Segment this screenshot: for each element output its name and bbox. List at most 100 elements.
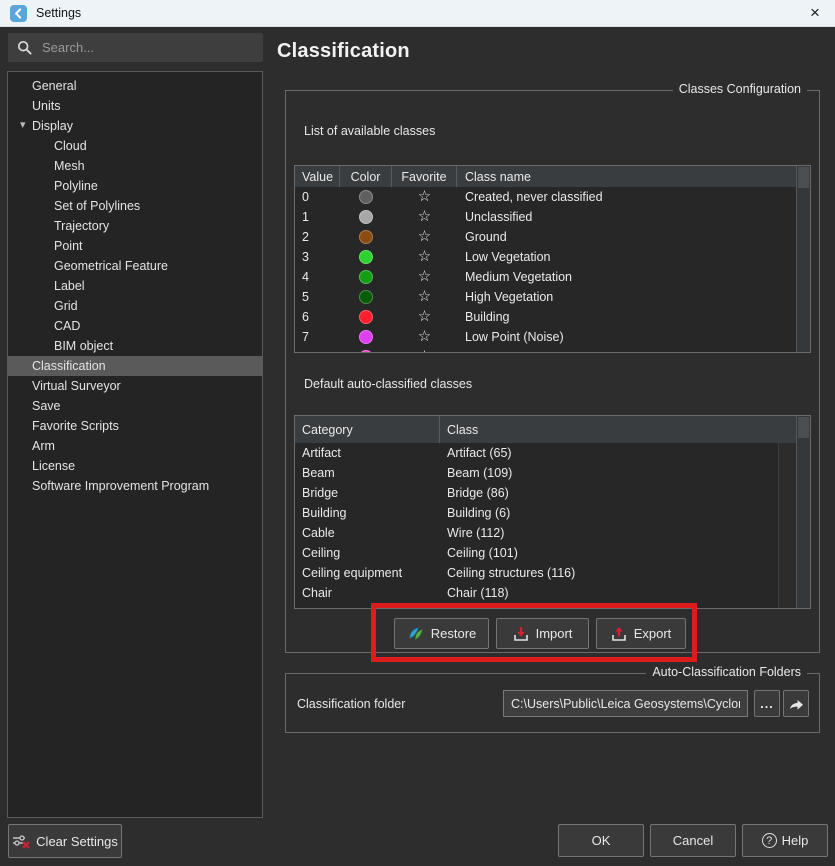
scrollbar-thumb[interactable] [798, 417, 809, 438]
col-header-category[interactable]: Category [295, 416, 440, 443]
ok-button[interactable]: OK [558, 824, 644, 857]
sidebar-item[interactable]: ▾ Display [8, 116, 262, 136]
class-row[interactable]: ☆ [295, 347, 796, 353]
sidebar-item[interactable]: Mesh [8, 156, 262, 176]
class-color-dot[interactable] [359, 230, 373, 244]
sidebar-item[interactable]: License [8, 456, 262, 476]
sidebar-item[interactable]: Label [8, 276, 262, 296]
class-color-dot[interactable] [359, 330, 373, 344]
clear-settings-icon [12, 833, 31, 850]
table-header-row: Category Class [295, 416, 796, 443]
class-cell: Building (6) [440, 506, 796, 520]
col-header-classname[interactable]: Class name [457, 166, 796, 187]
class-row[interactable]: 7 ☆ Low Point (Noise) [295, 327, 796, 347]
open-folder-arrow-icon [788, 697, 804, 711]
sidebar-item[interactable]: Geometrical Feature [8, 256, 262, 276]
class-row[interactable]: 3 ☆ Low Vegetation [295, 247, 796, 267]
favorite-star-icon[interactable]: ☆ [418, 270, 431, 284]
clear-settings-button[interactable]: Clear Settings [8, 824, 122, 858]
col-header-color[interactable]: Color [340, 166, 392, 187]
class-color-dot[interactable] [359, 190, 373, 204]
sidebar-item-label: Set of Polylines [8, 196, 140, 216]
class-value: 7 [295, 330, 340, 344]
sidebar-item[interactable]: General [8, 76, 262, 96]
sidebar-item[interactable]: Classification [8, 356, 262, 376]
sidebar-item[interactable]: Virtual Surveyor [8, 376, 262, 396]
import-button[interactable]: Import [496, 618, 589, 649]
search-input[interactable] [42, 40, 242, 55]
class-row[interactable]: 1 ☆ Unclassified [295, 207, 796, 227]
class-color-dot[interactable] [359, 350, 373, 353]
favorite-star-icon[interactable]: ☆ [418, 250, 431, 264]
help-button[interactable]: ? Help [742, 824, 828, 857]
sidebar-item[interactable]: Grid [8, 296, 262, 316]
sidebar-item[interactable]: Arm [8, 436, 262, 456]
classification-folder-input[interactable] [503, 690, 748, 717]
class-row[interactable]: 5 ☆ High Vegetation [295, 287, 796, 307]
sidebar-item[interactable]: Set of Polylines [8, 196, 262, 216]
sidebar-item[interactable]: Save [8, 396, 262, 416]
favorite-star-icon[interactable]: ☆ [418, 330, 431, 344]
category-cell: Beam [295, 466, 440, 480]
sidebar-item[interactable]: Point [8, 236, 262, 256]
chevron-down-icon[interactable]: ▾ [20, 115, 26, 135]
auto-class-row[interactable]: Chair Chair (118) [295, 583, 796, 603]
col-header-class[interactable]: Class [440, 416, 796, 443]
open-folder-button[interactable] [783, 690, 809, 717]
class-row[interactable]: 6 ☆ Building [295, 307, 796, 327]
sidebar-item[interactable]: Units [8, 96, 262, 116]
browse-button[interactable]: ... [754, 690, 780, 717]
class-row[interactable]: 2 ☆ Ground [295, 227, 796, 247]
sidebar-item[interactable]: Polyline [8, 176, 262, 196]
auto-class-row[interactable]: Artifact Artifact (65) [295, 443, 796, 463]
scrollbar-thumb[interactable] [798, 167, 809, 188]
favorite-star-icon[interactable]: ☆ [418, 290, 431, 304]
export-label: Export [634, 626, 672, 641]
favorite-star-icon[interactable]: ☆ [418, 210, 431, 224]
sidebar-item[interactable]: Favorite Scripts [8, 416, 262, 436]
class-value: 0 [295, 190, 340, 204]
favorite-star-icon[interactable]: ☆ [418, 230, 431, 244]
table-header-row: Value Color Favorite Class name [295, 166, 796, 187]
sidebar-item[interactable]: Software Improvement Program [8, 476, 262, 496]
close-icon[interactable]: × [804, 2, 826, 24]
class-row[interactable]: 4 ☆ Medium Vegetation [295, 267, 796, 287]
sidebar-item[interactable]: Cloud [8, 136, 262, 156]
classification-folder-label: Classification folder [297, 697, 405, 711]
favorite-star-icon[interactable]: ☆ [418, 310, 431, 324]
vertical-scrollbar[interactable] [796, 166, 810, 352]
class-name: Building [457, 310, 796, 324]
class-color-dot[interactable] [359, 210, 373, 224]
auto-class-row[interactable]: Cable Wire (112) [295, 523, 796, 543]
export-button[interactable]: Export [596, 618, 686, 649]
class-color-dot[interactable] [359, 250, 373, 264]
group-legend: Classes Configuration [673, 82, 807, 96]
sidebar-item[interactable]: Trajectory [8, 216, 262, 236]
sidebar-item[interactable]: CAD [8, 316, 262, 336]
search-box[interactable] [8, 33, 263, 62]
class-row[interactable]: 0 ☆ Created, never classified [295, 187, 796, 207]
cancel-button[interactable]: Cancel [650, 824, 736, 857]
class-color-dot[interactable] [359, 290, 373, 304]
sidebar-item-label: License [8, 456, 75, 476]
auto-class-row[interactable]: Beam Beam (109) [295, 463, 796, 483]
class-color-dot[interactable] [359, 270, 373, 284]
auto-class-row[interactable]: Building Building (6) [295, 503, 796, 523]
class-color-dot[interactable] [359, 310, 373, 324]
favorite-star-icon[interactable]: ☆ [418, 190, 431, 204]
favorite-star-icon[interactable]: ☆ [418, 350, 431, 353]
titlebar: Settings × [0, 0, 835, 27]
auto-class-row[interactable]: Bridge Bridge (86) [295, 483, 796, 503]
category-cell: Artifact [295, 446, 440, 460]
restore-button[interactable]: Restore [394, 618, 489, 649]
vertical-scrollbar[interactable] [796, 416, 810, 608]
class-value: 5 [295, 290, 340, 304]
sidebar-item-label: Cloud [8, 136, 87, 156]
auto-class-row[interactable]: Ceiling equipment Ceiling structures (11… [295, 563, 796, 583]
col-header-favorite[interactable]: Favorite [392, 166, 457, 187]
class-cell: Ceiling structures (116) [440, 566, 796, 580]
class-cell: Bridge (86) [440, 486, 796, 500]
auto-class-row[interactable]: Ceiling Ceiling (101) [295, 543, 796, 563]
sidebar-item[interactable]: BIM object [8, 336, 262, 356]
col-header-value[interactable]: Value [295, 166, 340, 187]
